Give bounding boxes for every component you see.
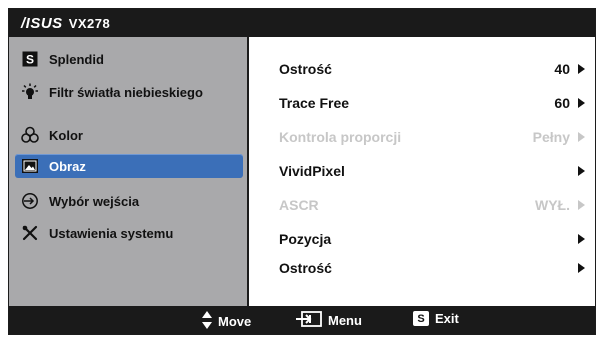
chevron-right-icon — [578, 263, 585, 273]
asus-logo: /ISUS — [21, 15, 63, 32]
setting-label: Trace Free — [279, 95, 350, 111]
setting-aspect-control: Kontrola proporcji Pełny — [279, 125, 589, 149]
title-bar: /ISUS VX278 — [9, 9, 595, 37]
setting-value: 40 — [554, 61, 570, 77]
setting-label: VividPixel — [279, 163, 345, 179]
chevron-right-icon — [578, 64, 585, 74]
menu-label: Menu — [328, 313, 362, 328]
exit-hint: S Exit — [413, 311, 459, 326]
setting-label: Ostrość — [279, 61, 332, 77]
setting-position[interactable]: Pozycja — [279, 227, 589, 251]
color-circles-icon — [21, 126, 39, 144]
bottom-bar: Move Menu S Exit — [9, 306, 595, 334]
sidebar-item-image[interactable]: Obraz — [15, 154, 243, 178]
sidebar-item-label: Ustawienia systemu — [49, 225, 174, 241]
s-key-icon: S — [413, 311, 429, 326]
svg-text:S: S — [26, 53, 34, 67]
setting-value: 60 — [554, 95, 570, 111]
input-arrow-icon — [21, 192, 39, 210]
menu-hint: Menu — [296, 311, 362, 330]
enter-key-icon — [296, 311, 322, 330]
chevron-right-icon — [578, 132, 585, 142]
setting-trace-free[interactable]: Trace Free 60 — [279, 91, 589, 115]
sidebar-item-blue-light-filter[interactable]: Filtr światła niebieskiego — [15, 80, 243, 104]
setting-value: WYŁ. — [535, 197, 570, 213]
chevron-right-icon — [578, 98, 585, 108]
sidebar-item-input-select[interactable]: Wybór wejścia — [15, 189, 243, 213]
model-name: VX278 — [68, 16, 111, 31]
sidebar-item-label: Kolor — [49, 127, 83, 143]
sidebar-item-system-settings[interactable]: Ustawienia systemu — [15, 221, 243, 245]
bulb-icon — [21, 83, 39, 101]
chevron-right-icon — [578, 166, 585, 176]
chevron-right-icon — [578, 234, 585, 244]
setting-label: Pozycja — [279, 231, 332, 247]
exit-label: Exit — [435, 311, 459, 326]
tools-icon — [21, 224, 39, 242]
move-hint: Move — [202, 311, 251, 332]
sidebar-item-label: Splendid — [49, 51, 104, 67]
sidebar-item-label: Filtr światła niebieskiego — [49, 84, 203, 100]
setting-sharpness-2[interactable]: Ostrość — [279, 256, 589, 280]
splendid-s-icon: S — [21, 50, 39, 68]
sidebar: S Splendid Filtr światła niebieskiego Ko… — [9, 37, 249, 306]
setting-value: Pełny — [532, 129, 570, 145]
up-down-arrows-icon — [202, 311, 212, 332]
sidebar-item-splendid[interactable]: S Splendid — [15, 47, 243, 71]
setting-ascr: ASCR WYŁ. — [279, 193, 589, 217]
chevron-right-icon — [578, 200, 585, 210]
settings-panel: Ostrość 40 Trace Free 60 Kontrola propor… — [249, 37, 595, 306]
setting-vividpixel[interactable]: VividPixel — [279, 159, 589, 183]
move-label: Move — [218, 314, 252, 329]
image-icon — [21, 157, 39, 175]
setting-label: Kontrola proporcji — [279, 129, 402, 145]
setting-label: ASCR — [279, 197, 319, 213]
sidebar-item-label: Obraz — [49, 158, 86, 174]
setting-sharpness[interactable]: Ostrość 40 — [279, 57, 589, 81]
brand: /ISUS VX278 — [21, 15, 110, 32]
sidebar-item-label: Wybór wejścia — [49, 193, 140, 209]
sidebar-item-color[interactable]: Kolor — [15, 123, 243, 147]
osd-menu: /ISUS VX278 S Splendid Filtr światła nie… — [8, 8, 596, 335]
setting-label: Ostrość — [279, 260, 332, 276]
